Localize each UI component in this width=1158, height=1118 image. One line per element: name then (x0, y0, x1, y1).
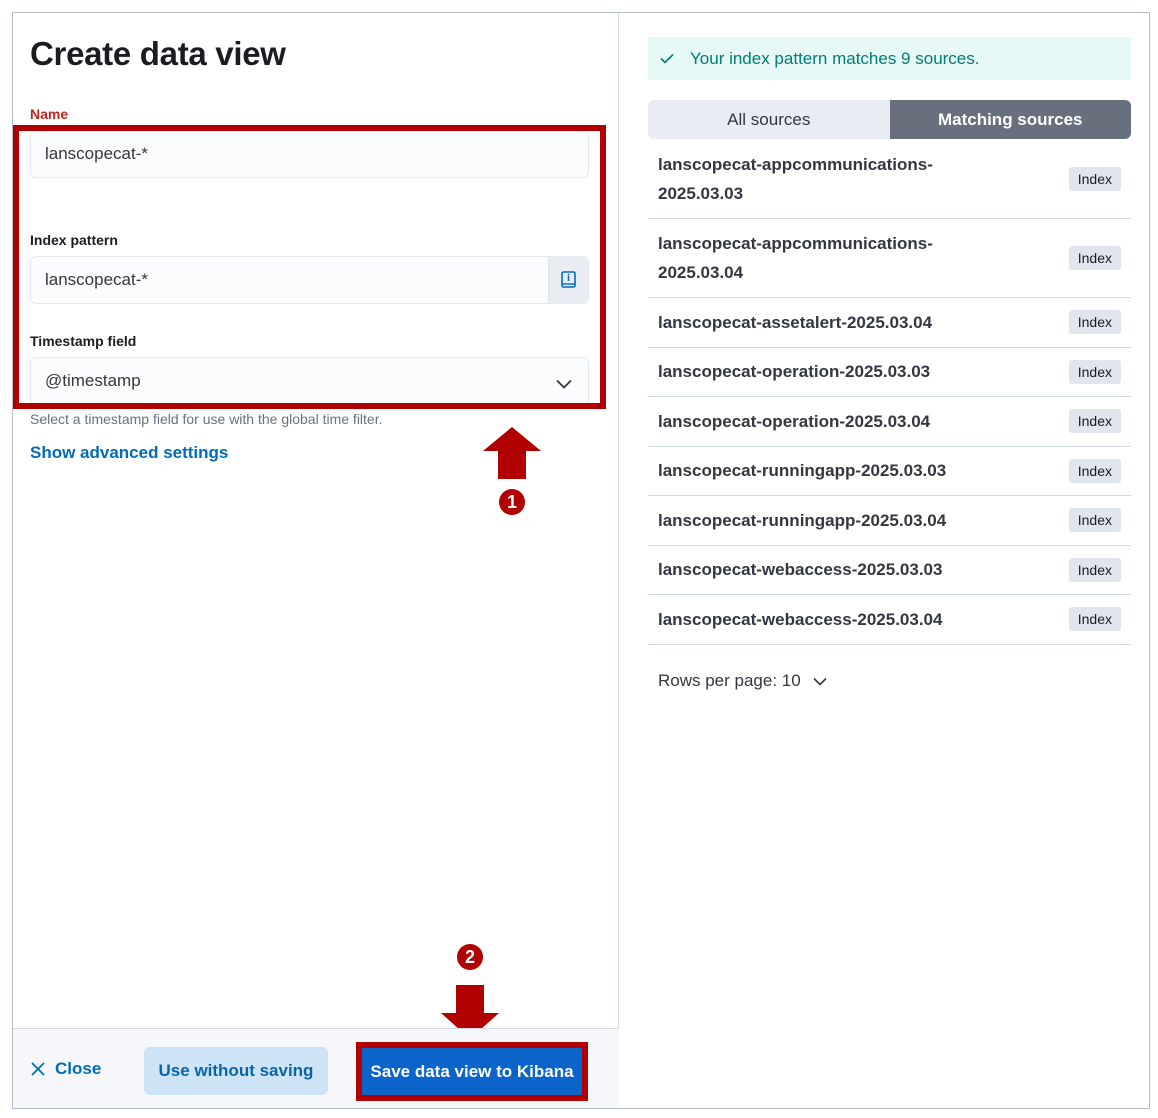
index-pattern-field[interactable]: lanscopecat-* (30, 256, 589, 304)
flyout-footer: Close Use without saving Save data view … (13, 1028, 619, 1108)
step-1-marker: 1 (499, 489, 525, 515)
timestamp-help-text: Select a timestamp field for use with th… (30, 411, 383, 427)
name-value: lanscopecat-* (45, 144, 149, 163)
chevron-down-icon (556, 374, 572, 394)
list-item: lanscopecat-assetalert-2025.03.04 Index (648, 298, 1131, 348)
list-item: lanscopecat-operation-2025.03.03 Index (648, 348, 1131, 397)
flyout: Create data view Name lanscopecat-* Inde… (12, 12, 1150, 1109)
check-icon (660, 53, 674, 64)
list-item: lanscopecat-operation-2025.03.04 Index (648, 397, 1131, 447)
sources-list: lanscopecat-appcommunications-2025.03.03… (648, 140, 1131, 645)
timestamp-field-select[interactable]: @timestamp (30, 357, 589, 405)
tab-all-sources[interactable]: All sources (648, 100, 890, 139)
timestamp-value: @timestamp (45, 371, 141, 390)
close-icon (31, 1062, 45, 1076)
list-item: lanscopecat-runningapp-2025.03.03 Index (648, 447, 1131, 496)
list-item: lanscopecat-webaccess-2025.03.03 Index (648, 546, 1131, 595)
list-item: lanscopecat-webaccess-2025.03.04 Index (648, 595, 1131, 645)
source-name: lanscopecat-appcommunications-2025.03.03 (658, 155, 933, 203)
highlight-box-save: Save data view to Kibana (356, 1042, 588, 1101)
name-label: Name (30, 106, 69, 122)
source-type-badge: Index (1068, 246, 1121, 270)
index-pattern-label: Index pattern (30, 232, 118, 248)
rows-per-page-selector[interactable]: Rows per page: 10 (658, 671, 827, 691)
source-type-badge: Index (1068, 458, 1121, 483)
create-data-view-form: Create data view Name lanscopecat-* Inde… (13, 13, 619, 1108)
sources-preview-panel: Your index pattern matches 9 sources. Al… (619, 13, 1149, 1108)
source-name: lanscopecat-runningapp-2025.03.04 (658, 510, 947, 530)
show-advanced-settings-link[interactable]: Show advanced settings (30, 443, 228, 463)
source-name: lanscopecat-operation-2025.03.04 (658, 411, 931, 431)
index-pattern-value: lanscopecat-* (45, 270, 149, 289)
rows-per-page-label: Rows per page: 10 (658, 671, 801, 690)
source-type-badge: Index (1068, 167, 1121, 191)
list-item: lanscopecat-appcommunications-2025.03.03… (648, 140, 1131, 219)
source-type-badge: Index (1068, 359, 1121, 384)
step-2-marker: 2 (457, 944, 483, 970)
source-type-badge: Index (1068, 310, 1121, 335)
close-button[interactable]: Close (31, 1059, 101, 1079)
source-name: lanscopecat-appcommunications-2025.03.04 (658, 234, 933, 282)
name-field[interactable]: lanscopecat-* (30, 130, 589, 178)
list-item: lanscopecat-runningapp-2025.03.04 Index (648, 496, 1131, 546)
page-title: Create data view (30, 35, 286, 72)
source-type-badge: Index (1068, 508, 1121, 533)
use-without-saving-button[interactable]: Use without saving (144, 1047, 328, 1095)
arrow-up-annotation (483, 427, 541, 479)
tab-matching-sources[interactable]: Matching sources (889, 100, 1131, 139)
source-name: lanscopecat-operation-2025.03.03 (658, 362, 931, 382)
list-item: lanscopecat-appcommunications-2025.03.04… (648, 219, 1131, 298)
source-type-badge: Index (1068, 409, 1121, 434)
source-type-badge: Index (1068, 607, 1121, 632)
timestamp-field-label: Timestamp field (30, 333, 137, 349)
index-pattern-help-icon[interactable] (548, 257, 588, 303)
match-callout: Your index pattern matches 9 sources. (648, 37, 1131, 80)
callout-text: Your index pattern matches 9 sources. (690, 48, 980, 68)
source-name: lanscopecat-runningapp-2025.03.03 (658, 461, 947, 481)
save-data-view-button[interactable]: Save data view to Kibana (362, 1048, 582, 1095)
source-type-badge: Index (1068, 557, 1121, 582)
source-tabs: All sources Matching sources (648, 100, 1131, 139)
chevron-down-icon (813, 677, 827, 686)
close-label: Close (55, 1059, 102, 1078)
source-name: lanscopecat-webaccess-2025.03.03 (658, 560, 943, 580)
source-name: lanscopecat-assetalert-2025.03.04 (658, 312, 933, 332)
source-name: lanscopecat-webaccess-2025.03.04 (658, 609, 943, 629)
